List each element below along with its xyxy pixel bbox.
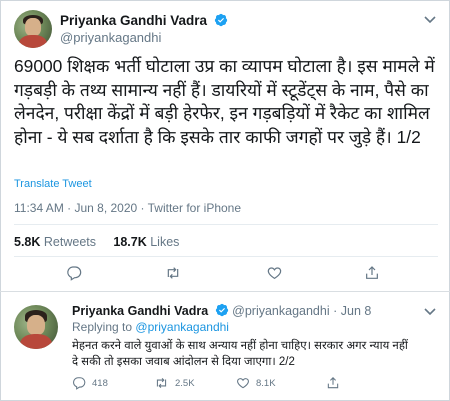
- like-count: 8.1K: [256, 377, 276, 389]
- reply-icon: [73, 377, 86, 390]
- like-button[interactable]: [266, 265, 283, 281]
- reply-separator: ·: [333, 304, 338, 318]
- reply-count: 418: [92, 377, 108, 389]
- retweet-icon: [156, 377, 167, 389]
- divider: [14, 256, 438, 257]
- retweet-count: 2.5K: [175, 377, 195, 389]
- heart-icon: [267, 267, 282, 280]
- verified-badge-icon: [214, 13, 227, 27]
- likes-stat[interactable]: 18.7K Likes: [113, 235, 179, 249]
- reply-button[interactable]: 418: [72, 376, 108, 390]
- reply-tweet-text: मेहनत करने वाले युवाओं के साथ अन्याय नही…: [72, 340, 408, 368]
- reply-author-name[interactable]: Priyanka Gandhi Vadra: [72, 304, 208, 318]
- verified-badge-icon: [215, 303, 228, 317]
- main-tweet: Priyanka Gandhi Vadra @priyankagandhi 69…: [0, 0, 450, 292]
- retweet-button[interactable]: 2.5K: [154, 376, 195, 390]
- replying-to-link[interactable]: @priyankagandhi: [135, 320, 229, 334]
- replying-to: Replying to @priyankagandhi: [72, 320, 229, 334]
- share-icon: [327, 377, 339, 389]
- author-name-row[interactable]: Priyanka Gandhi Vadra: [60, 13, 228, 28]
- divider: [14, 224, 438, 225]
- tweet-text: 69000 शिक्षक भर्ती घोटाला उप्र का व्यापम…: [14, 56, 435, 147]
- retweets-stat[interactable]: 5.8K Retweets: [14, 235, 96, 249]
- reply-author-handle[interactable]: @priyankagandhi: [232, 304, 329, 318]
- tweet-timestamp[interactable]: 11:34 AM · Jun 8, 2020 · Twitter for iPh…: [14, 201, 241, 215]
- tweet-stats: 5.8K Retweets 18.7K Likes: [14, 235, 179, 249]
- retweet-icon: [167, 267, 179, 279]
- reply-date[interactable]: Jun 8: [341, 304, 372, 318]
- share-icon: [366, 266, 378, 279]
- translate-tweet-link[interactable]: Translate Tweet: [14, 178, 92, 190]
- chevron-down-icon[interactable]: [424, 308, 436, 316]
- avatar[interactable]: [14, 305, 58, 349]
- avatar[interactable]: [14, 10, 52, 48]
- reply-button[interactable]: [66, 265, 82, 281]
- reply-header: Priyanka Gandhi Vadra @priyankagandhi · …: [72, 303, 371, 318]
- author-handle[interactable]: @priyankagandhi: [60, 30, 161, 45]
- author-name[interactable]: Priyanka Gandhi Vadra: [60, 13, 207, 28]
- like-button[interactable]: 8.1K: [236, 376, 276, 390]
- share-button[interactable]: [326, 376, 340, 390]
- heart-icon: [237, 378, 249, 389]
- retweet-button[interactable]: [164, 265, 182, 281]
- share-button[interactable]: [364, 265, 380, 281]
- reply-icon: [67, 266, 82, 281]
- chevron-down-icon[interactable]: [424, 16, 436, 24]
